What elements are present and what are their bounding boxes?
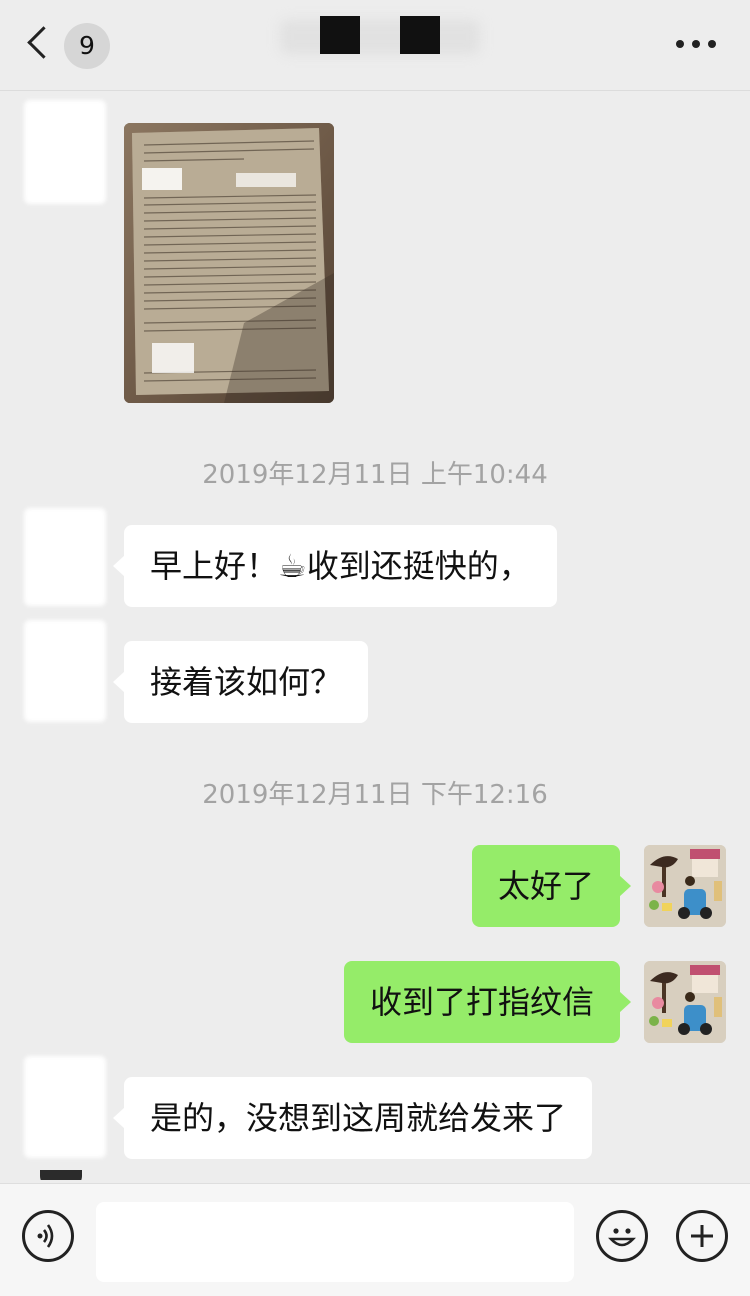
message-bubble[interactable]: 太好了 bbox=[471, 845, 632, 927]
more-dots-icon[interactable] bbox=[676, 40, 716, 50]
unread-count-badge: 9 bbox=[64, 23, 110, 69]
emoji-icon bbox=[608, 1228, 636, 1247]
voice-button[interactable] bbox=[22, 1210, 74, 1262]
emoji-button[interactable] bbox=[596, 1210, 648, 1262]
image-message[interactable] bbox=[124, 123, 334, 403]
message-list[interactable]: 2019年12月11日 上午10:44 早上好！☕收到还挺快的， 接着该如何？ … bbox=[0, 90, 750, 1180]
document-photo-icon bbox=[124, 123, 334, 403]
chat-title-redacted bbox=[280, 12, 480, 64]
contact-avatar[interactable] bbox=[24, 100, 106, 204]
user-avatar[interactable] bbox=[644, 961, 726, 1043]
plus-icon bbox=[691, 1225, 713, 1247]
timestamp: 2019年12月11日 下午12:16 bbox=[202, 780, 548, 810]
user-avatar[interactable] bbox=[644, 845, 726, 927]
contact-avatar[interactable] bbox=[24, 620, 106, 722]
back-button[interactable]: 9 bbox=[24, 20, 124, 70]
message-bubble[interactable]: 早上好！☕收到还挺快的， bbox=[113, 525, 557, 607]
add-button[interactable] bbox=[676, 1210, 728, 1262]
input-bar bbox=[0, 1183, 750, 1296]
message-input[interactable] bbox=[96, 1202, 574, 1282]
message-bubble[interactable]: 接着该如何？ bbox=[112, 641, 369, 723]
message-bubble[interactable]: 收到了打指纹信 bbox=[343, 961, 632, 1043]
contact-avatar[interactable] bbox=[24, 1056, 106, 1158]
chat-header: 9 bbox=[0, 0, 750, 91]
message-bubble[interactable]: 是的，没想到这周就给发来了 bbox=[112, 1077, 593, 1159]
toy-scene-icon bbox=[644, 845, 726, 927]
contact-avatar[interactable] bbox=[40, 1170, 82, 1180]
chevron-left-icon bbox=[27, 26, 60, 59]
timestamp: 2019年12月11日 上午10:44 bbox=[202, 460, 548, 490]
toy-scene-icon bbox=[644, 961, 726, 1043]
voice-icon bbox=[37, 1224, 54, 1248]
contact-avatar[interactable] bbox=[24, 508, 106, 606]
